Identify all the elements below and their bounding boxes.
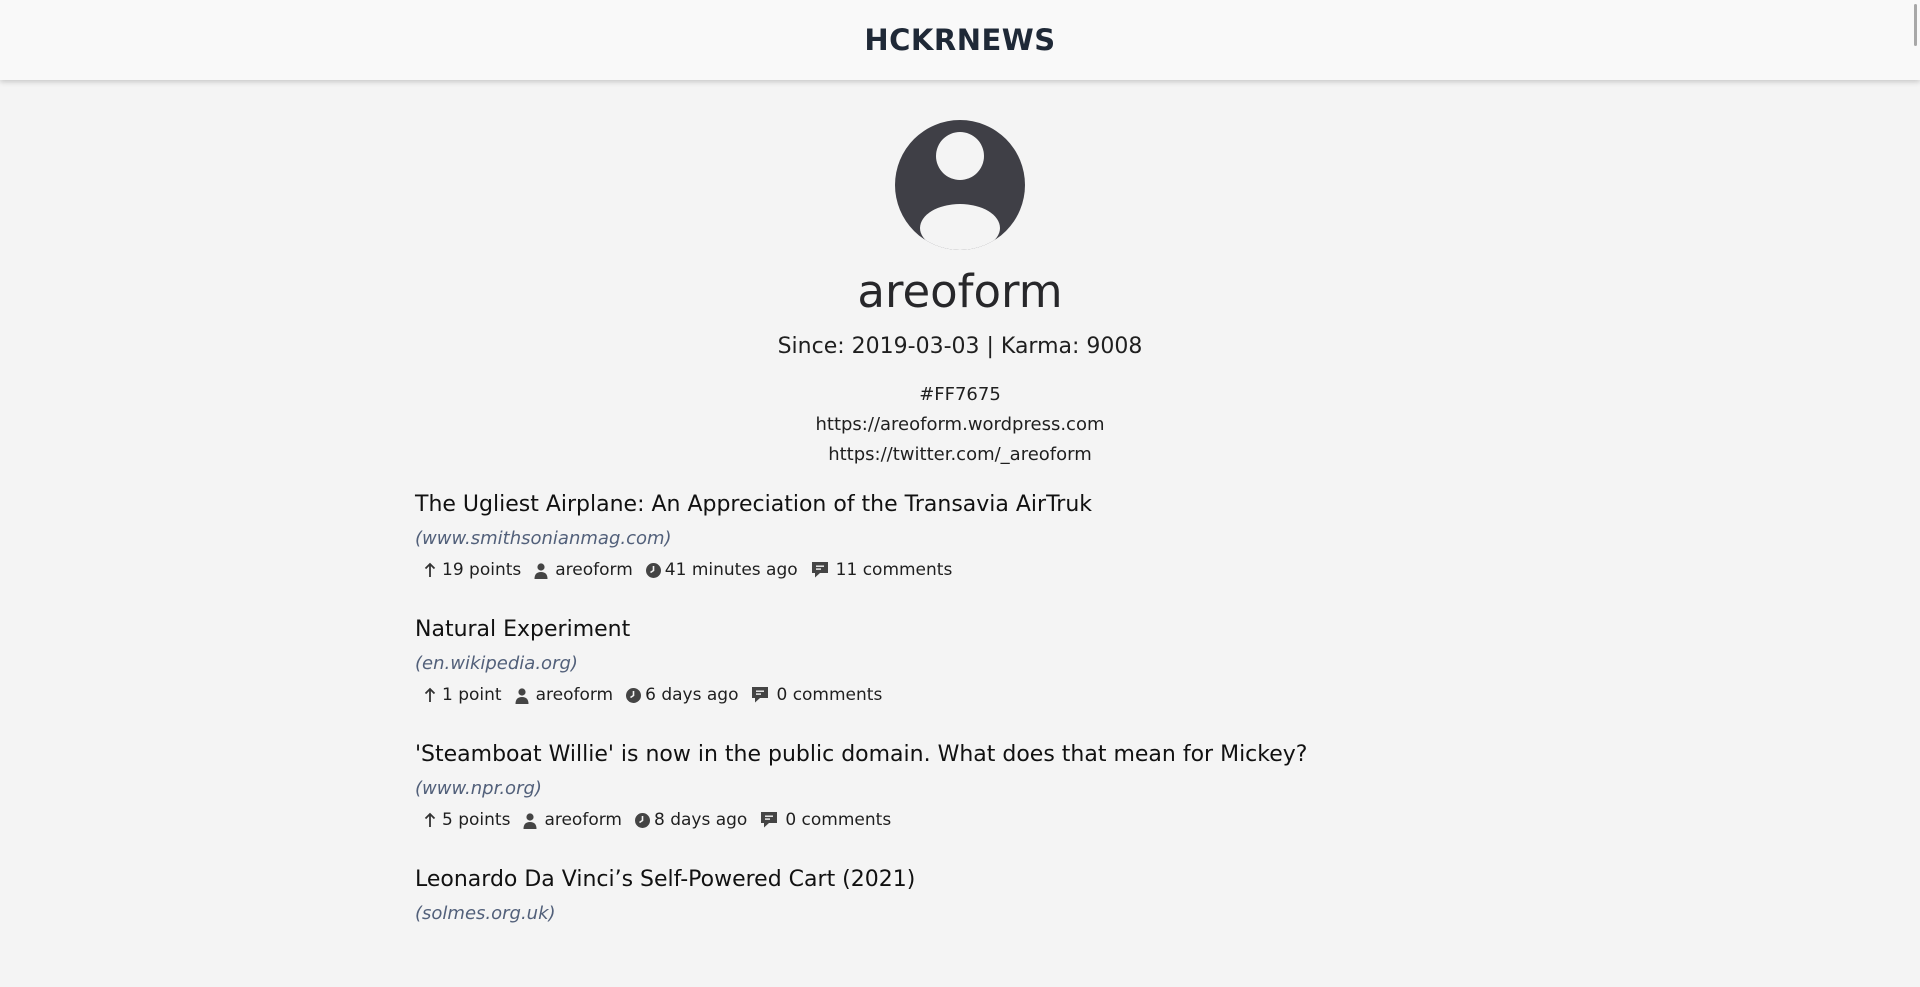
story-time: 6 days ago	[625, 680, 738, 710]
story-comments[interactable]: 0 comments	[750, 680, 882, 710]
story-time: 41 minutes ago	[645, 555, 798, 585]
arrow-up-icon	[424, 562, 436, 577]
story-author[interactable]: areoform	[533, 555, 633, 585]
clock-icon	[634, 812, 650, 828]
story-comments[interactable]: 11 comments	[810, 555, 952, 585]
arrow-up-icon	[424, 812, 436, 827]
comment-icon	[811, 562, 828, 578]
comment-icon	[761, 812, 778, 828]
story-title-link[interactable]: Natural Experiment	[415, 612, 630, 648]
profile-about: #FF7675 https://areoform.wordpress.com h…	[0, 380, 1920, 470]
arrow-up-icon	[424, 687, 436, 702]
user-profile: areoform Since: 2019-03-03 | Karma: 9008…	[0, 120, 1920, 470]
profile-since-karma: Since: 2019-03-03 | Karma: 9008	[777, 334, 1143, 359]
story-author[interactable]: areoform	[522, 805, 622, 835]
story-title-link[interactable]: Leonardo Da Vinci’s Self-Powered Cart (2…	[415, 862, 915, 898]
story-item: Natural Experiment (en.wikipedia.org) 1 …	[415, 612, 1515, 737]
user-icon	[534, 562, 548, 579]
story-item: The Ugliest Airplane: An Appreciation of…	[415, 487, 1515, 612]
user-icon	[515, 687, 529, 704]
about-link-blog[interactable]: https://areoform.wordpress.com	[0, 410, 1920, 440]
story-item: 'Steamboat Willie' is now in the public …	[415, 737, 1515, 862]
clock-icon	[626, 687, 642, 703]
story-domain: (en.wikipedia.org)	[415, 653, 578, 674]
story-domain: (www.smithsonianmag.com)	[415, 528, 672, 549]
story-domain: (www.npr.org)	[415, 778, 542, 799]
story-points: 19 points	[424, 555, 521, 585]
story-points: 1 point	[424, 680, 502, 710]
story-meta: 19 points areoform 41 minutes ago 11 com…	[424, 555, 1515, 585]
user-circle-icon	[895, 120, 1025, 250]
story-meta: 5 points areoform 8 days ago 0 comments	[424, 805, 1515, 835]
profile-username: areoform	[857, 265, 1063, 318]
story-comments[interactable]: 0 comments	[759, 805, 891, 835]
about-link-twitter[interactable]: https://twitter.com/_areoform	[0, 440, 1920, 470]
about-line-color: #FF7675	[919, 384, 1001, 405]
top-nav-bar: HCKRNEWS	[0, 0, 1920, 80]
story-title-link[interactable]: 'Steamboat Willie' is now in the public …	[415, 737, 1307, 773]
story-author[interactable]: areoform	[514, 680, 613, 710]
user-icon	[523, 812, 537, 829]
story-title-link[interactable]: The Ugliest Airplane: An Appreciation of…	[415, 487, 1092, 523]
story-list: The Ugliest Airplane: An Appreciation of…	[415, 487, 1515, 987]
clock-icon	[645, 562, 661, 578]
story-domain: (solmes.org.uk)	[415, 903, 556, 924]
story-meta: 1 point areoform 6 days ago 0 comments	[424, 680, 1515, 710]
scrollbar-thumb[interactable]	[1914, 4, 1917, 46]
brand-logo-link[interactable]: HCKRNEWS	[864, 23, 1055, 57]
story-points: 5 points	[424, 805, 510, 835]
story-item: Leonardo Da Vinci’s Self-Powered Cart (2…	[415, 862, 1515, 987]
story-time: 8 days ago	[634, 805, 747, 835]
comment-icon	[752, 687, 769, 703]
